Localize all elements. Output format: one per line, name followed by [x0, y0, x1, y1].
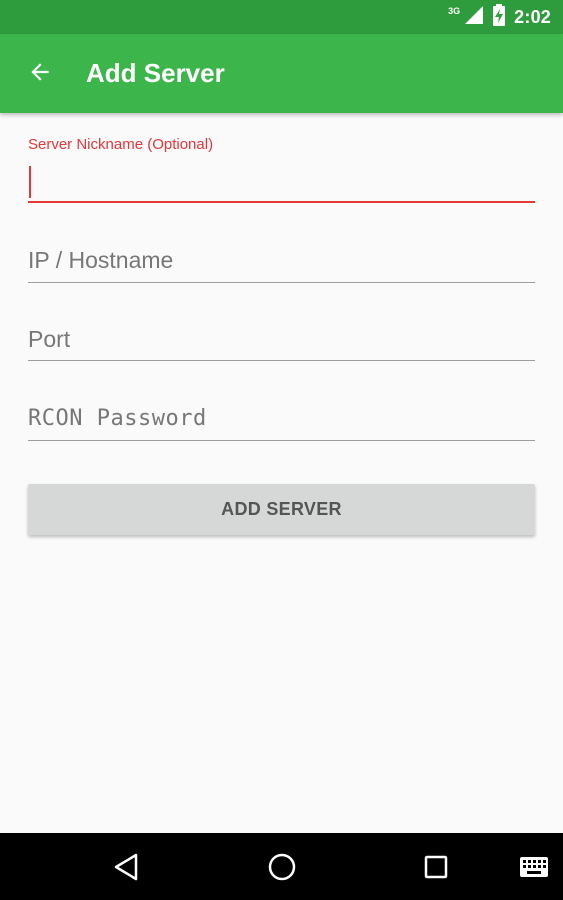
- add-server-button[interactable]: ADD SERVER: [28, 484, 535, 535]
- home-circle-icon[interactable]: [264, 849, 300, 885]
- nickname-underline: [28, 201, 535, 203]
- battery-icon: [492, 3, 506, 31]
- recents-square-icon[interactable]: [418, 849, 454, 885]
- hostname-input[interactable]: [28, 240, 535, 280]
- back-button[interactable]: [20, 54, 60, 94]
- back-triangle-icon[interactable]: [108, 849, 144, 885]
- page-title: Add Server: [86, 58, 225, 88]
- port-field: [28, 319, 535, 364]
- keyboard-icon[interactable]: [516, 849, 552, 885]
- arrow-back-icon: [27, 59, 53, 90]
- status-time: 2:02: [514, 6, 551, 27]
- nickname-label: Server Nickname (Optional): [28, 136, 214, 153]
- hostname-underline: [28, 282, 535, 283]
- hostname-field: [28, 240, 535, 285]
- rcon-password-field: [28, 398, 535, 443]
- navigation-bar: [0, 833, 563, 900]
- port-underline: [28, 360, 535, 361]
- status-icons: 3G 2:02: [448, 0, 551, 34]
- signal-icon: [464, 5, 484, 30]
- rcon-password-input[interactable]: [28, 398, 535, 438]
- rcon-password-underline: [28, 440, 535, 441]
- network-type-label: 3G: [448, 6, 461, 16]
- app-bar: Add Server: [0, 34, 563, 113]
- nickname-input[interactable]: [28, 163, 535, 203]
- port-input[interactable]: [28, 319, 535, 359]
- nickname-field: Server Nickname (Optional): [28, 136, 535, 206]
- status-bar: 3G 2:02: [0, 0, 563, 34]
